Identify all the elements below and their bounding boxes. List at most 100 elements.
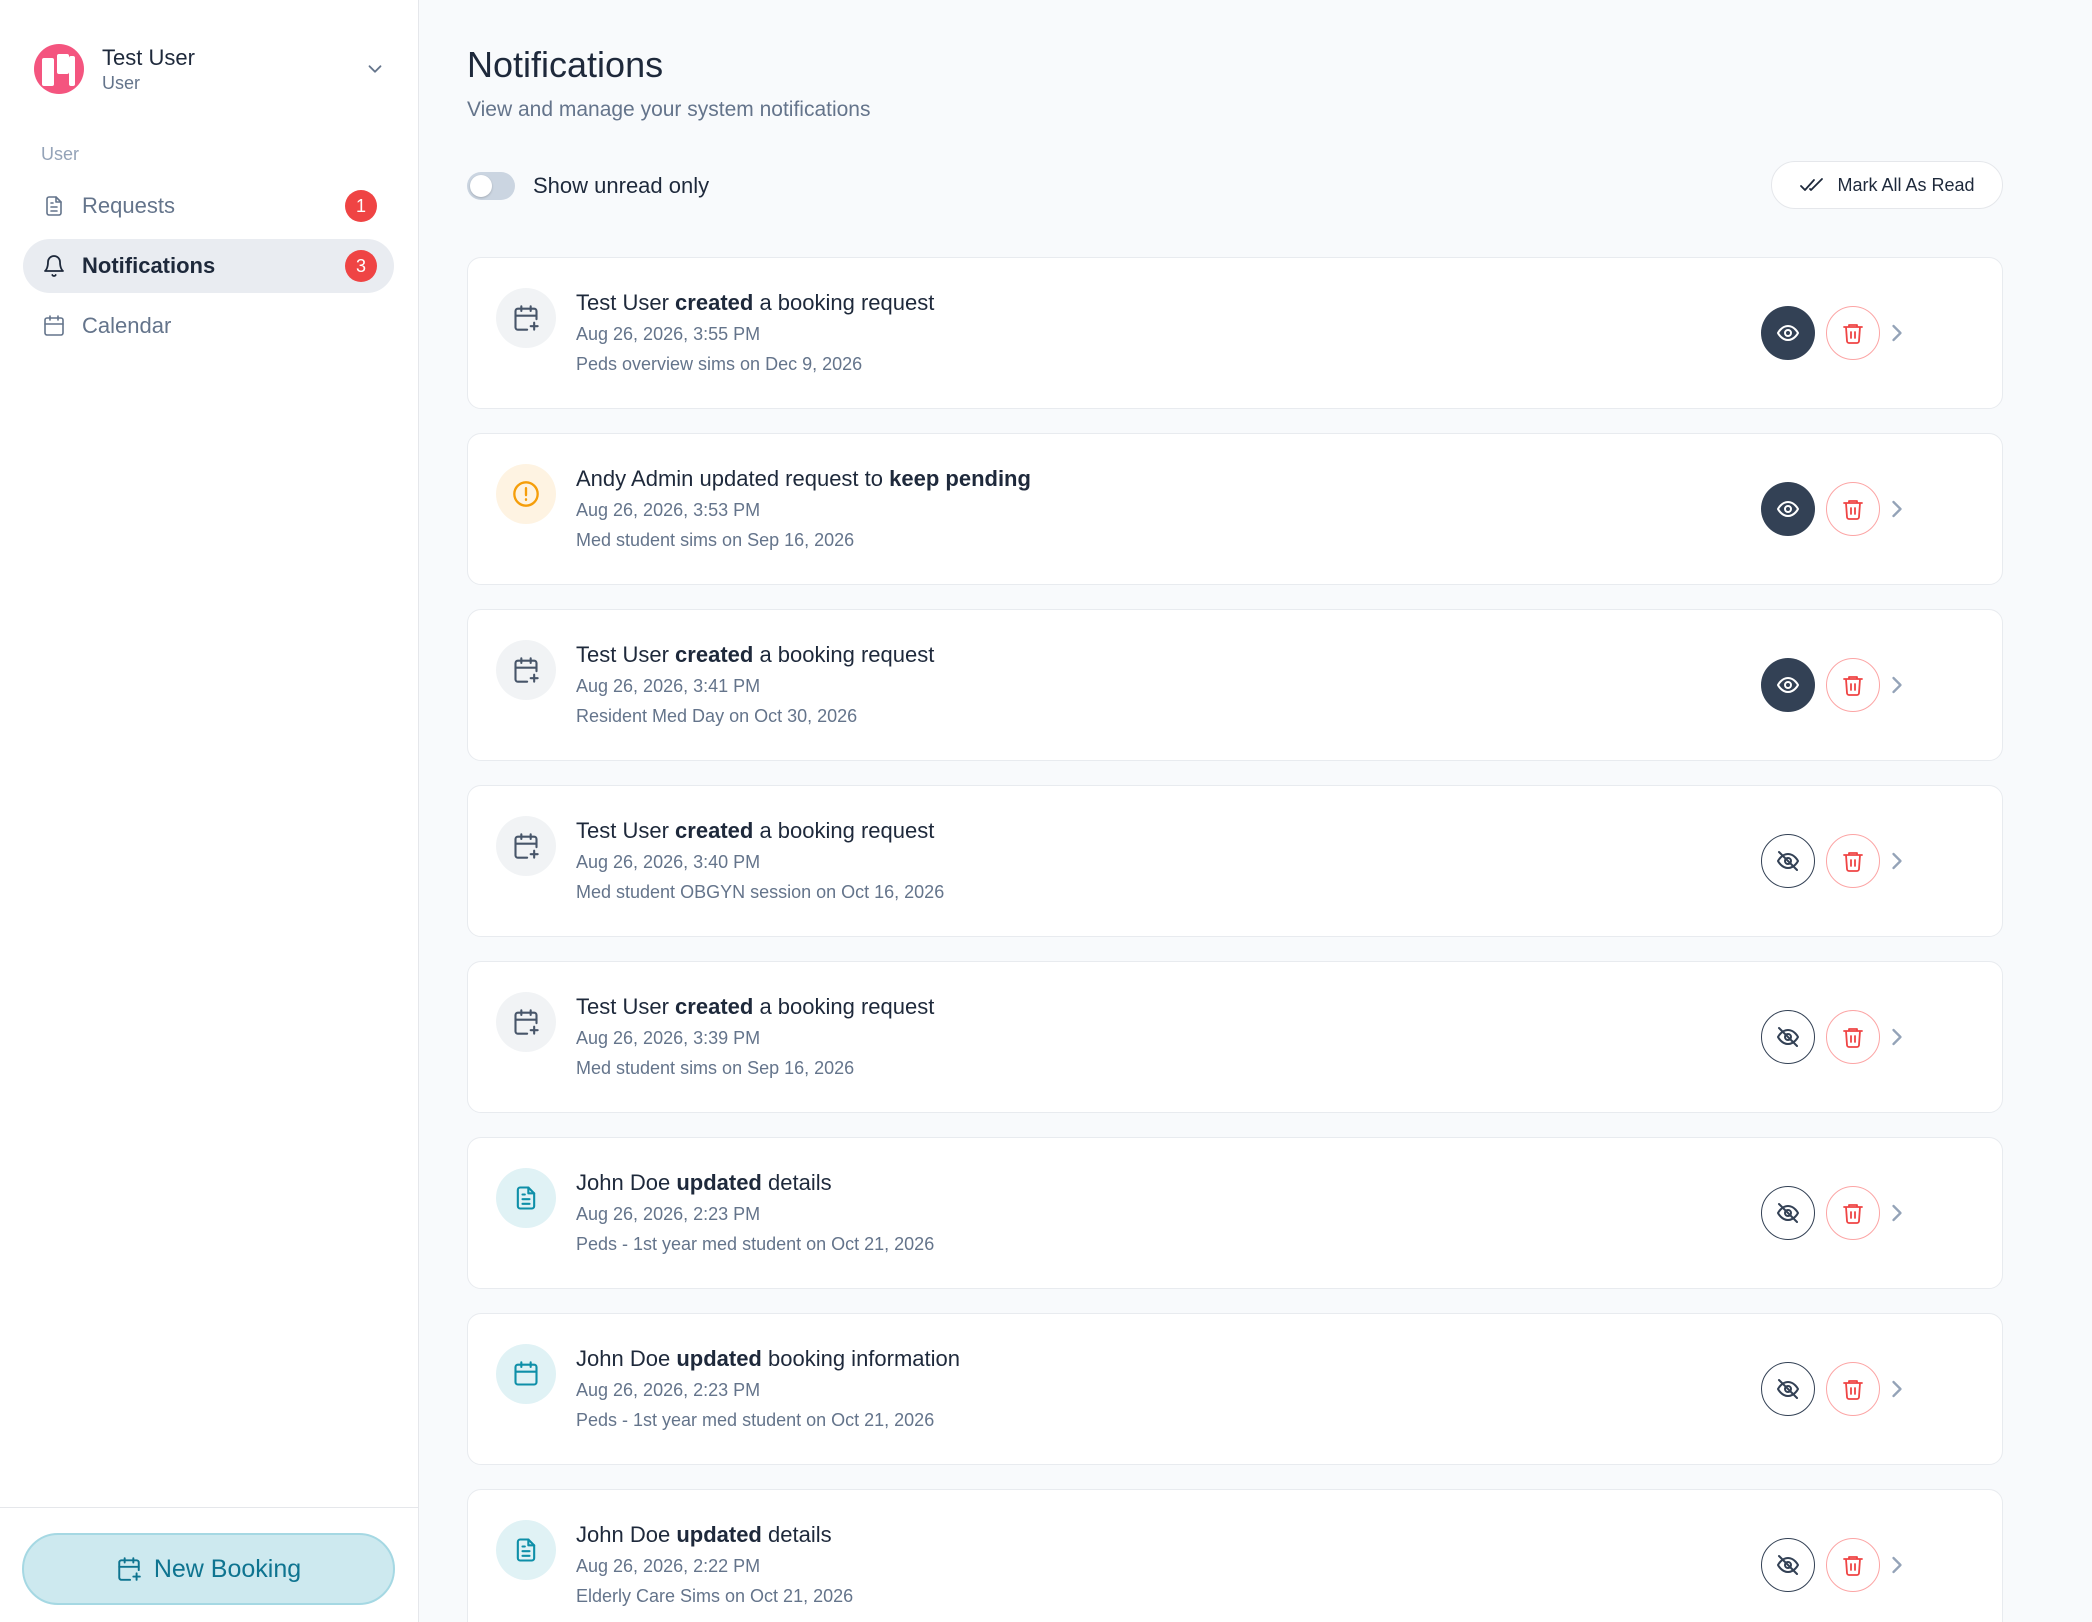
delete-button[interactable] <box>1826 834 1880 888</box>
notification-detail: Resident Med Day on Oct 30, 2026 <box>576 706 858 726</box>
delete-button[interactable] <box>1826 658 1880 712</box>
mark-unread-button[interactable] <box>1761 1362 1815 1416</box>
notification-headline: John Doe updated details <box>576 1522 832 1547</box>
delete-button[interactable] <box>1826 1186 1880 1240</box>
delete-button[interactable] <box>1826 482 1880 536</box>
mark-unread-button[interactable] <box>1761 1186 1815 1240</box>
unread-filter: Show unread only <box>467 170 709 202</box>
user-info: Test User User <box>102 44 364 94</box>
sidebar-item-label: Calendar <box>82 313 172 338</box>
notification-headline: Test User created a booking request <box>576 818 935 843</box>
notification-headline: Test User created a booking request <box>576 290 935 315</box>
delete-button[interactable] <box>1826 1362 1880 1416</box>
notification-time: Aug 26, 2026, 3:40 PM <box>576 852 761 872</box>
sidebar-item-requests[interactable]: Requests 1 <box>23 179 394 233</box>
user-name: Test User <box>102 45 195 70</box>
notification-card[interactable]: John Doe updated details Aug 26, 2026, 2… <box>467 1489 2003 1622</box>
notification-card[interactable]: John Doe updated booking information Aug… <box>467 1313 2003 1465</box>
notification-time: Aug 26, 2026, 2:22 PM <box>576 1556 761 1576</box>
calendar-icon <box>44 315 64 336</box>
alert-circle-icon <box>496 464 556 524</box>
notification-card[interactable]: Test User created a booking request Aug … <box>467 961 2003 1113</box>
chevron-right-icon[interactable] <box>1883 671 1911 699</box>
mark-unread-button[interactable] <box>1761 834 1815 888</box>
notification-card[interactable]: John Doe updated details Aug 26, 2026, 2… <box>467 1137 2003 1289</box>
delete-button[interactable] <box>1826 1010 1880 1064</box>
mark-read-button[interactable] <box>1761 482 1815 536</box>
double-check-icon <box>1800 178 1824 191</box>
trash-icon <box>1843 852 1863 872</box>
calendar-plus-icon <box>496 992 556 1052</box>
notification-card[interactable]: Test User created a booking request Aug … <box>467 785 2003 937</box>
page-title: Notifications <box>467 44 664 85</box>
mark-all-read-button[interactable]: Mark All As Read <box>1771 161 2003 209</box>
chevron-right-icon[interactable] <box>1883 495 1911 523</box>
unread-only-toggle[interactable] <box>467 172 515 200</box>
notification-headline: John Doe updated details <box>576 1170 832 1195</box>
notification-headline: Andy Admin updated request to keep pendi… <box>576 466 1031 491</box>
chevron-right-icon[interactable] <box>1883 1551 1911 1579</box>
notification-headline: Test User created a booking request <box>576 642 935 667</box>
trash-icon <box>1843 1380 1863 1400</box>
notification-detail: Peds - 1st year med student on Oct 21, 2… <box>576 1234 935 1254</box>
nav-section-label: User <box>41 144 80 164</box>
delete-button[interactable] <box>1826 1538 1880 1592</box>
document-icon <box>46 196 62 216</box>
mark-read-button[interactable] <box>1761 306 1815 360</box>
eye-icon <box>1777 501 1799 517</box>
chevron-right-icon[interactable] <box>1883 847 1911 875</box>
notification-card[interactable]: Test User created a booking request Aug … <box>467 257 2003 409</box>
eye-off-icon <box>1777 1555 1799 1575</box>
notification-time: Aug 26, 2026, 3:41 PM <box>576 676 761 696</box>
chevron-right-icon[interactable] <box>1883 319 1911 347</box>
notification-time: Aug 26, 2026, 3:53 PM <box>576 500 761 520</box>
notification-card[interactable]: Test User created a booking request Aug … <box>467 609 2003 761</box>
chevron-right-icon[interactable] <box>1883 1375 1911 1403</box>
user-menu[interactable]: Test User User <box>34 40 386 98</box>
mark-unread-button[interactable] <box>1761 1010 1815 1064</box>
sidebar-item-calendar[interactable]: Calendar <box>23 299 394 353</box>
notification-headline: John Doe updated booking information <box>576 1346 961 1371</box>
notification-detail: Peds overview sims on Dec 9, 2026 <box>576 354 863 374</box>
mark-all-read-label: Mark All As Read <box>1837 174 1975 195</box>
bell-icon <box>44 255 64 277</box>
mark-unread-button[interactable] <box>1761 1538 1815 1592</box>
requests-badge: 1 <box>345 190 377 222</box>
calendar-plus-icon <box>496 640 556 700</box>
calendar-icon <box>496 1344 556 1404</box>
eye-off-icon <box>1777 1027 1799 1047</box>
sidebar-item-notifications[interactable]: Notifications 3 <box>23 239 394 293</box>
notification-time: Aug 26, 2026, 3:39 PM <box>576 1028 761 1048</box>
main-content: Notifications View and manage your syste… <box>420 0 2092 1622</box>
chevron-right-icon[interactable] <box>1883 1023 1911 1051</box>
notification-card[interactable]: Andy Admin updated request to keep pendi… <box>467 433 2003 585</box>
sidebar-item-label: Requests <box>82 193 175 218</box>
sidebar-footer: New Booking <box>0 1507 418 1622</box>
new-booking-label: New Booking <box>153 1554 302 1583</box>
chevron-down-icon[interactable] <box>364 58 386 80</box>
notification-time: Aug 26, 2026, 2:23 PM <box>576 1380 761 1400</box>
mark-read-button[interactable] <box>1761 658 1815 712</box>
trash-icon <box>1843 1204 1863 1224</box>
delete-button[interactable] <box>1826 306 1880 360</box>
eye-icon <box>1777 677 1799 693</box>
notification-time: Aug 26, 2026, 2:23 PM <box>576 1204 761 1224</box>
new-booking-button[interactable]: New Booking <box>22 1533 395 1605</box>
calendar-plus-icon <box>118 1557 141 1581</box>
document-icon <box>496 1168 556 1228</box>
notification-detail: Med student sims on Sep 16, 2026 <box>576 1058 855 1078</box>
eye-icon <box>1777 325 1799 341</box>
user-role: User <box>102 73 141 93</box>
trash-icon <box>1843 1556 1863 1576</box>
avatar <box>34 44 84 94</box>
trash-icon <box>1843 1028 1863 1048</box>
trash-icon <box>1843 676 1863 696</box>
page-subtitle: View and manage your system notification… <box>467 98 871 121</box>
unread-only-label: Show unread only <box>533 173 710 198</box>
chevron-right-icon[interactable] <box>1883 1199 1911 1227</box>
calendar-plus-icon <box>496 816 556 876</box>
calendar-plus-icon <box>496 288 556 348</box>
notification-detail: Med student sims on Sep 16, 2026 <box>576 530 855 550</box>
trash-icon <box>1843 324 1863 344</box>
sidebar: Test User User User Requests 1 Notificat… <box>0 0 419 1622</box>
